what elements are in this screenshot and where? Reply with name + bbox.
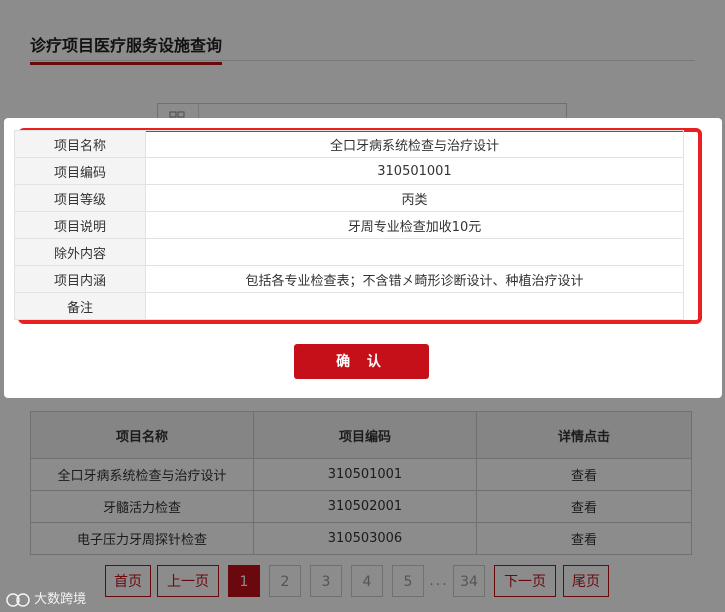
detail-row: 项目名称 全口牙病系统检查与治疗设计 xyxy=(14,130,684,158)
detail-label: 项目内涵 xyxy=(14,265,146,293)
detail-row: 项目编码 310501001 xyxy=(14,157,684,185)
detail-label: 项目名称 xyxy=(14,130,146,158)
detail-value: 包括各专业检查表；不含错㐅畸形诊断设计、种植治疗设计 xyxy=(145,265,684,293)
detail-row: 项目说明 牙周专业检查加收10元 xyxy=(14,211,684,239)
detail-label: 项目说明 xyxy=(14,211,146,239)
detail-value: 牙周专业检查加收10元 xyxy=(145,211,684,239)
watermark-logo-icon xyxy=(6,592,30,607)
watermark: 大数跨境 xyxy=(6,588,86,608)
detail-row: 备注 xyxy=(14,292,684,320)
detail-value: 310501001 xyxy=(145,157,684,185)
detail-label: 项目编码 xyxy=(14,157,146,185)
detail-dialog: 项目名称 全口牙病系统检查与治疗设计 项目编码 310501001 项目等级 丙… xyxy=(4,118,722,398)
detail-value xyxy=(145,238,684,266)
detail-value: 丙类 xyxy=(145,184,684,212)
watermark-text: 大数跨境 xyxy=(34,592,87,607)
detail-row: 项目内涵 包括各专业检查表；不含错㐅畸形诊断设计、种植治疗设计 xyxy=(14,265,684,293)
detail-value xyxy=(145,292,684,320)
detail-row: 除外内容 xyxy=(14,238,684,266)
detail-label: 项目等级 xyxy=(14,184,146,212)
detail-label: 备注 xyxy=(14,292,146,320)
detail-value: 全口牙病系统检查与治疗设计 xyxy=(145,130,684,158)
detail-label: 除外内容 xyxy=(14,238,146,266)
confirm-button[interactable]: 确 认 xyxy=(294,344,429,379)
detail-row: 项目等级 丙类 xyxy=(14,184,684,212)
detail-table: 项目名称 全口牙病系统检查与治疗设计 项目编码 310501001 项目等级 丙… xyxy=(14,130,684,320)
